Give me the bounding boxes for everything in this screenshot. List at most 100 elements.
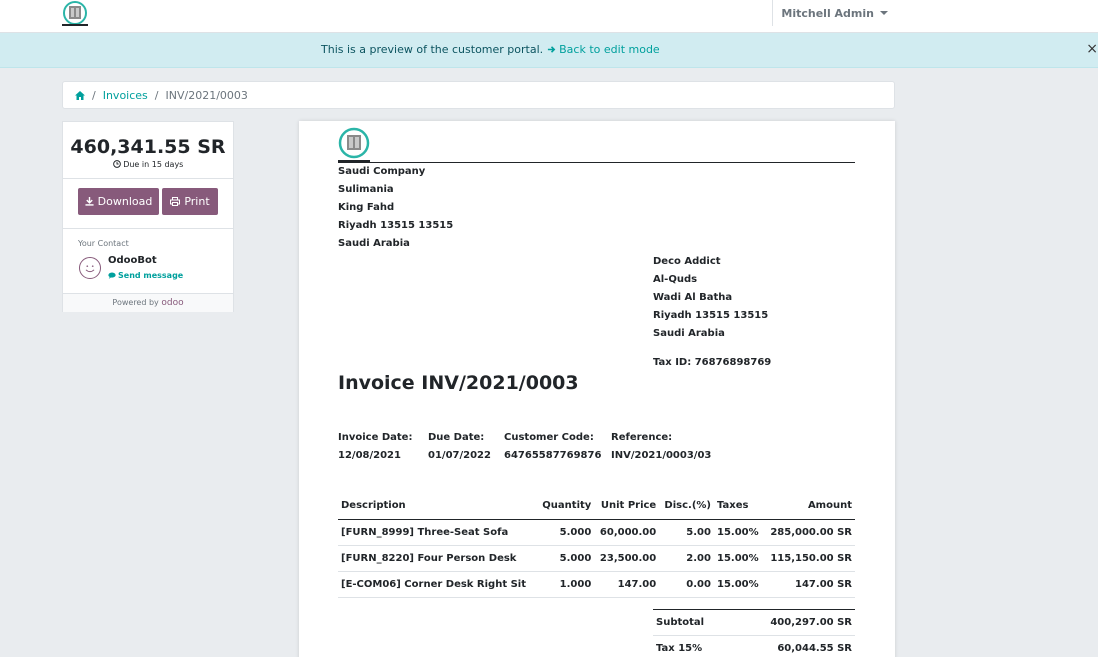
send-message-label: Send message — [118, 271, 184, 280]
line-unit-price: 147.00 — [594, 571, 660, 598]
due-date-block: Due Date: 01/07/2022 — [428, 429, 491, 465]
breadcrumb-current: INV/2021/0003 — [165, 88, 248, 102]
info-value: 64765587769876 — [504, 450, 602, 461]
total-value: 60,044.55 SR — [777, 643, 852, 654]
send-message-link[interactable]: Send message — [108, 271, 183, 280]
address-line: Sulimania — [338, 184, 394, 195]
info-label: Reference: — [611, 432, 673, 443]
reference-block: Reference: INV/2021/0003/03 — [611, 429, 711, 465]
line-taxes: 15.00% — [713, 545, 764, 572]
breadcrumb-separator: / — [154, 88, 159, 102]
column-header: Disc.(%) — [659, 493, 714, 520]
user-menu[interactable]: Mitchell Admin — [772, 0, 888, 26]
arrow-right-icon — [547, 46, 555, 53]
contact-name: OdooBot — [108, 255, 157, 266]
info-value: INV/2021/0003/03 — [611, 450, 712, 461]
line-amount: 285,000.00 SR — [763, 519, 855, 546]
column-header: Taxes — [713, 493, 764, 520]
line-discount: 0.00 — [659, 571, 714, 598]
customer-tax-id: Tax ID: 76876898769 — [653, 357, 772, 368]
subtotal-row: Subtotal 400,297.00 SR — [653, 609, 855, 635]
totals-block: Subtotal 400,297.00 SR Tax 15% 60,044.55… — [653, 609, 855, 657]
customer-address: Deco Addict Al-Quds Wadi Al Batha Riyadh… — [653, 253, 768, 343]
banner-message: This is a preview of the customer portal… — [321, 43, 544, 56]
company-logo-icon[interactable] — [62, 1, 88, 26]
download-button[interactable]: Download — [78, 188, 159, 215]
comment-icon — [108, 272, 116, 279]
line-unit-price: 23,500.00 — [594, 545, 660, 572]
column-header: Quantity — [537, 493, 595, 520]
address-line: Al-Quds — [653, 274, 698, 285]
address-line: Saudi Company — [338, 166, 426, 177]
line-description: [E-COM06] Corner Desk Right Sit — [338, 571, 537, 598]
due-text: Due in 15 days — [123, 160, 184, 169]
table-header-row: Description Quantity Unit Price Disc.(%)… — [338, 493, 855, 520]
breadcrumb: / Invoices / INV/2021/0003 — [62, 81, 895, 109]
address-line: Wadi Al Batha — [653, 292, 733, 303]
user-name: Mitchell Admin — [781, 6, 874, 20]
address-line: Saudi Arabia — [338, 238, 410, 249]
due-info: Due in 15 days — [63, 160, 233, 169]
odoo-logo[interactable]: odoo — [161, 298, 183, 308]
customer-code-block: Customer Code: 64765587769876 — [504, 429, 601, 465]
table-row: [FURN_8999] Three-Seat Sofa 5.000 60,000… — [338, 519, 855, 546]
banner-text-wrap: This is a preview of the customer portal… — [321, 43, 660, 56]
powered-by-text: Powered by — [112, 298, 159, 307]
info-label: Due Date: — [428, 432, 485, 443]
line-taxes: 15.00% — [713, 571, 764, 598]
info-label: Invoice Date: — [338, 432, 413, 443]
home-icon[interactable] — [75, 90, 85, 100]
company-logo-icon — [338, 127, 370, 159]
line-taxes: 15.00% — [713, 519, 764, 546]
line-discount: 2.00 — [659, 545, 714, 572]
table-row: [FURN_8220] Four Person Desk 5.000 23,50… — [338, 545, 855, 572]
divider — [63, 178, 233, 179]
amount-due: 460,341.55 SR — [70, 136, 226, 158]
invoice-summary-card: 460,341.55 SR Due in 15 days Download Pr… — [62, 121, 234, 312]
back-to-edit-link[interactable]: Back to edit mode — [547, 43, 660, 56]
line-quantity: 5.000 — [537, 519, 595, 546]
line-unit-price: 60,000.00 — [594, 519, 660, 546]
line-discount: 5.00 — [659, 519, 714, 546]
divider — [63, 228, 233, 229]
close-icon[interactable]: × — [1086, 41, 1098, 57]
top-navbar: Mitchell Admin — [0, 0, 1098, 33]
download-icon — [85, 197, 94, 206]
total-value: 400,297.00 SR — [770, 617, 852, 628]
avatar — [79, 257, 101, 279]
info-value: 12/08/2021 — [338, 450, 401, 461]
line-description: [FURN_8220] Four Person Desk — [338, 545, 537, 572]
print-icon — [170, 197, 181, 206]
line-amount: 115,150.00 SR — [763, 545, 855, 572]
column-header: Unit Price — [594, 493, 660, 520]
address-line: Saudi Arabia — [653, 328, 725, 339]
tax-row: Tax 15% 60,044.55 SR — [653, 635, 855, 657]
preview-banner: This is a preview of the customer portal… — [0, 33, 1098, 68]
line-description: [FURN_8999] Three-Seat Sofa — [338, 519, 537, 546]
address-line: Riyadh 13515 13515 — [338, 220, 454, 231]
total-label: Tax 15% — [656, 643, 703, 654]
print-label: Print — [184, 195, 210, 208]
clock-icon — [112, 160, 121, 168]
print-button[interactable]: Print — [162, 188, 218, 215]
download-label: Download — [97, 195, 153, 208]
table-row: [E-COM06] Corner Desk Right Sit 1.000 14… — [338, 571, 855, 598]
breadcrumb-separator: / — [92, 88, 96, 102]
logo-underline — [62, 24, 88, 26]
address-line: Deco Addict — [653, 256, 721, 267]
invoice-title: Invoice INV/2021/0003 — [338, 372, 579, 394]
line-quantity: 5.000 — [537, 545, 595, 572]
address-line: King Fahd — [338, 202, 395, 213]
chevron-down-icon — [880, 11, 888, 15]
total-label: Subtotal — [656, 617, 705, 628]
line-amount: 147.00 SR — [763, 571, 855, 598]
invoice-date-block: Invoice Date: 12/08/2021 — [338, 429, 412, 465]
breadcrumb-invoices-link[interactable]: Invoices — [103, 89, 148, 102]
info-value: 01/07/2022 — [428, 450, 491, 461]
info-label: Customer Code: — [504, 432, 594, 443]
column-header: Amount — [763, 493, 855, 520]
back-to-edit-label: Back to edit mode — [559, 43, 660, 56]
your-contact-label: Your Contact — [78, 239, 129, 248]
invoice-lines-table: Description Quantity Unit Price Disc.(%)… — [338, 493, 855, 598]
powered-by-footer: Powered by odoo — [63, 293, 233, 312]
